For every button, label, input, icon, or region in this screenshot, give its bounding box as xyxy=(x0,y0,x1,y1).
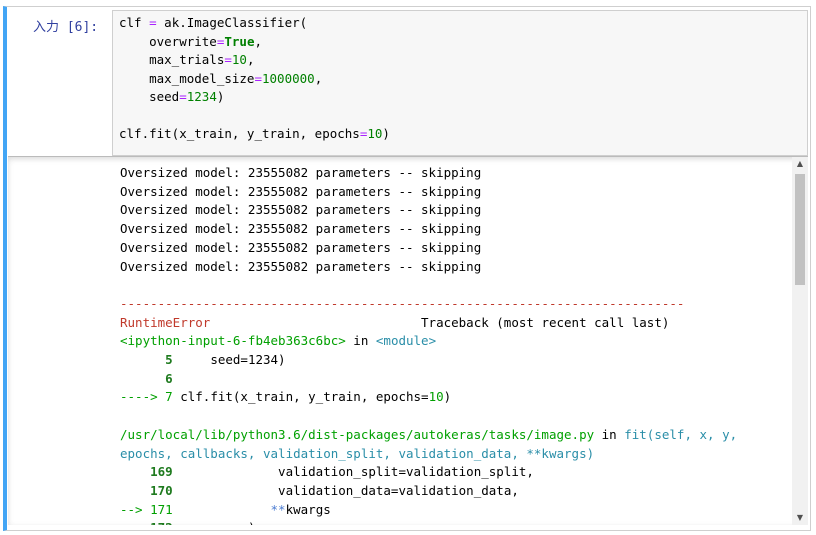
input-prompt: 入力 [6]: xyxy=(33,20,99,35)
code-token: ) xyxy=(216,89,225,104)
code-token: 1234 xyxy=(186,89,217,104)
output-line: Oversized model: 23555082 parameters -- … xyxy=(120,239,482,255)
input-ref: <ipython-input-6-fb4eb363c6bc> xyxy=(120,333,346,349)
scroll-down-icon[interactable]: ▼ xyxy=(792,511,808,525)
code-token: clf xyxy=(119,15,150,30)
in-word: in xyxy=(345,333,376,349)
traceback-kw: ** xyxy=(270,501,286,517)
function-signature: epochs, callbacks, validation_split, val… xyxy=(120,445,595,461)
line-number: 5 xyxy=(120,352,173,368)
output-line: Oversized model: 23555082 parameters -- … xyxy=(120,221,482,237)
code-token: = xyxy=(224,52,232,67)
traceback-code: validation_split=validation_split, xyxy=(172,464,534,480)
code-token: , xyxy=(254,33,263,49)
line-number: 169 xyxy=(120,464,173,480)
line-number: 6 xyxy=(120,370,173,386)
code-token: overwrite xyxy=(119,33,217,49)
traceback-code: validation_data=validation_data, xyxy=(172,482,519,498)
code-token: clf.fit(x_train, y_train, epochs xyxy=(119,126,360,141)
traceback-header: Traceback (most recent call last) xyxy=(210,314,670,330)
code-token: 1000000 xyxy=(262,70,315,86)
code-token: = xyxy=(254,70,262,86)
code-token: , xyxy=(246,52,255,67)
traceback-code: ) xyxy=(173,520,256,525)
current-line-arrow: --> 171 xyxy=(120,501,173,517)
output-line: Oversized model: 23555082 parameters -- … xyxy=(120,258,482,274)
code-token: max_model_size xyxy=(119,70,255,86)
code-token: seed xyxy=(119,89,180,104)
code-token: = xyxy=(179,89,187,104)
code-token: 10 xyxy=(367,126,383,141)
code-token: ) xyxy=(382,126,390,141)
line-number: 170 xyxy=(120,482,173,498)
code-token: , xyxy=(314,70,323,86)
code-token: 10 xyxy=(231,52,247,67)
module-ref: <module> xyxy=(375,333,437,349)
code-token: True xyxy=(224,33,255,49)
traceback-code: kwargs xyxy=(285,501,331,517)
output-text: Oversized model: 23555082 parameters -- … xyxy=(120,164,737,525)
current-line-arrow: ----> 7 xyxy=(120,389,181,405)
output-area[interactable]: Oversized model: 23555082 parameters -- … xyxy=(8,156,808,525)
output-scrollbar[interactable]: ▲ ▼ xyxy=(792,157,808,525)
function-signature: fit(self, x, y, xyxy=(624,426,738,442)
traceback-code: ) xyxy=(443,389,452,405)
in-word: in xyxy=(594,426,625,442)
scroll-thumb[interactable] xyxy=(795,174,805,285)
traceback-code: seed=1234) xyxy=(172,352,286,368)
code-token: ak.ImageClassifier( xyxy=(156,15,308,30)
line-number: 172 xyxy=(120,520,173,525)
output-line: Oversized model: 23555082 parameters -- … xyxy=(120,183,482,199)
code-token: max_trials xyxy=(119,52,225,67)
traceback-separator: ----------------------------------------… xyxy=(120,295,685,311)
scroll-up-icon[interactable]: ▲ xyxy=(792,157,808,171)
traceback-code: clf.fit(x_train, y_train, epochs= xyxy=(180,389,429,405)
output-line: Oversized model: 23555082 parameters -- … xyxy=(120,165,482,180)
code-token: = xyxy=(149,15,157,30)
output-line: Oversized model: 23555082 parameters -- … xyxy=(120,202,482,218)
error-name: RuntimeError xyxy=(120,314,211,330)
file-path: /usr/local/lib/python3.6/dist-packages/a… xyxy=(120,426,595,442)
traceback-code xyxy=(173,502,271,517)
traceback-num: 10 xyxy=(428,389,444,405)
code-text[interactable]: clf = ak.ImageClassifier( overwrite = True… xyxy=(119,14,390,144)
